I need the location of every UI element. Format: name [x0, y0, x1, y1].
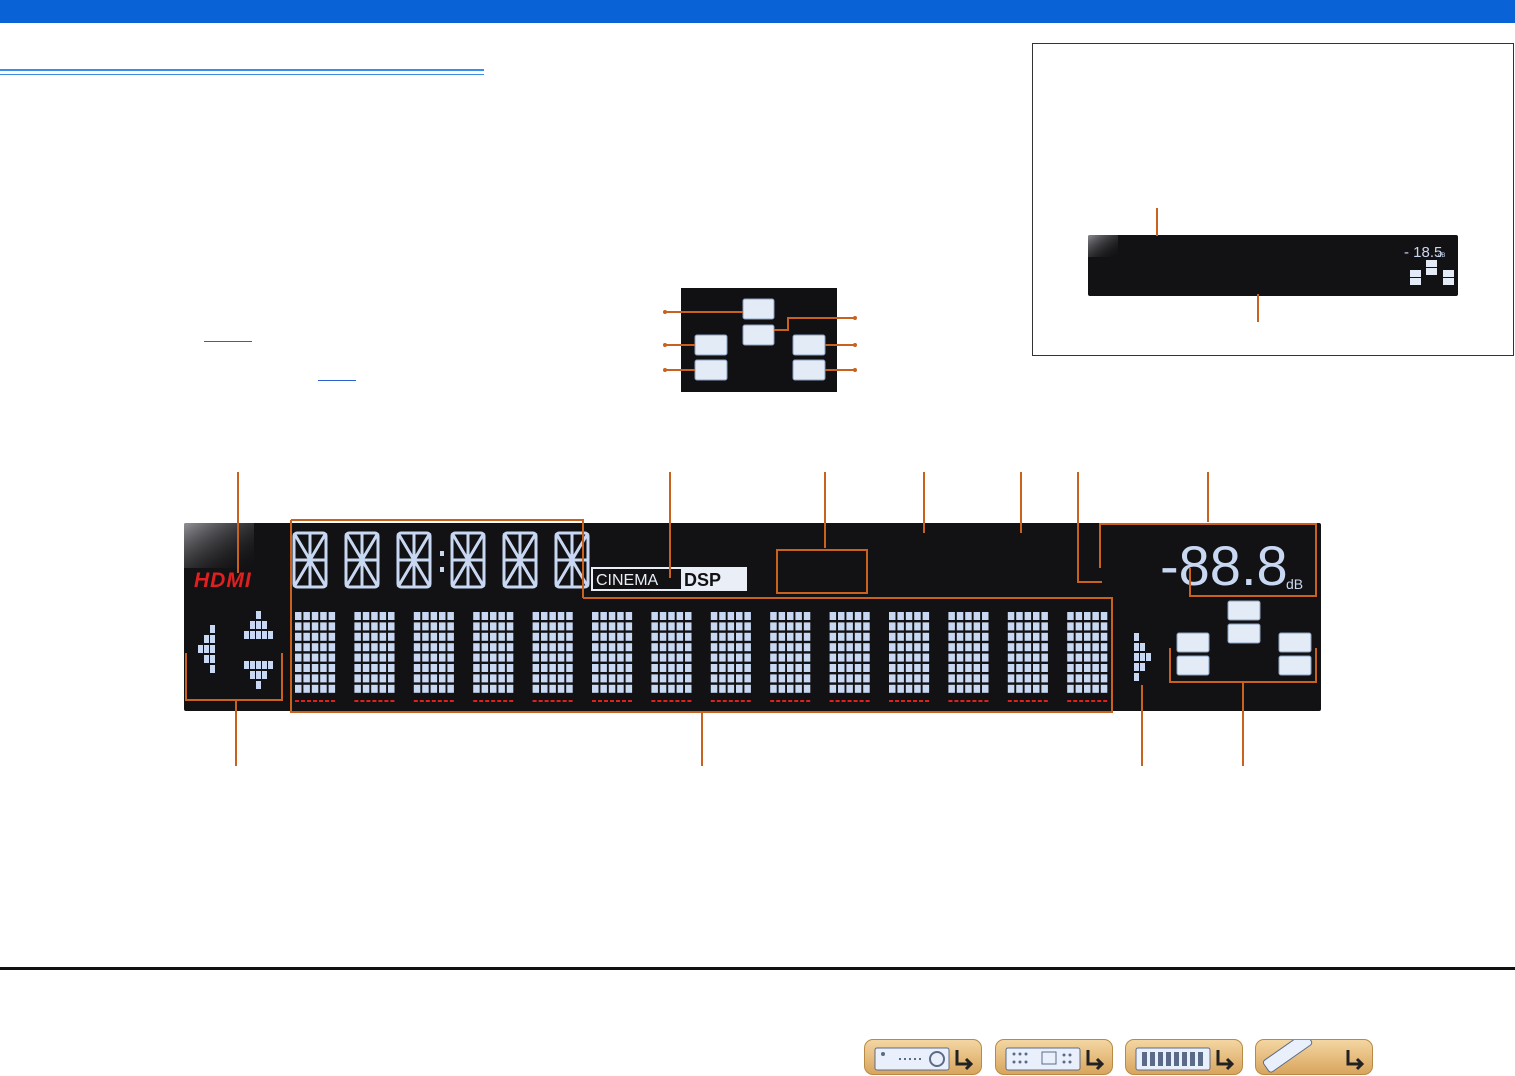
info-bracket-main	[290, 520, 1113, 713]
decoder-indicator-box	[776, 549, 868, 594]
mini-speaker-fl	[1410, 270, 1421, 277]
mini-volume-unit: dB	[1438, 253, 1445, 259]
mini-speaker-sub	[1426, 268, 1437, 275]
mini-speaker-center	[1426, 260, 1437, 267]
callout-mute	[1077, 472, 1102, 583]
speaker-surround-right-box	[792, 359, 826, 381]
cursor-bracket	[185, 653, 283, 701]
speaker-subwoofer-box	[742, 324, 775, 346]
speaker-bracket	[1169, 648, 1317, 683]
mini-volume-readout: - 18.5	[1404, 244, 1442, 261]
nav-front-panel-button[interactable]	[864, 1039, 982, 1075]
nav-rear-panel-button[interactable]	[995, 1039, 1113, 1075]
front-panel-icon	[874, 1047, 950, 1071]
info-bracket-top-a	[291, 519, 584, 598]
main-display-callouts	[185, 472, 1317, 766]
callout-subwoofer	[774, 317, 855, 331]
mini-speaker-fr	[1443, 270, 1454, 277]
nav-front-display-button[interactable]	[1125, 1039, 1243, 1075]
mini-speaker-sr	[1443, 278, 1454, 285]
speaker-center-box	[742, 298, 775, 320]
front-display-icon	[1135, 1047, 1211, 1071]
rear-panel-icon	[1005, 1047, 1081, 1071]
nav-remote-control-button[interactable]	[1255, 1039, 1373, 1075]
speaker-front-left-box	[694, 334, 728, 356]
page-link-1[interactable]	[204, 341, 252, 342]
speaker-front-right-box	[792, 334, 826, 356]
remote-control-icon	[1262, 1040, 1313, 1073]
speaker-diagram-overlay	[663, 298, 857, 381]
footer-rule	[0, 967, 1515, 970]
page-link-2[interactable]	[318, 380, 356, 381]
header-bar	[0, 0, 1515, 23]
inset-callouts	[1156, 208, 1259, 322]
section-title-underline	[0, 69, 484, 71]
volume-bracket	[1099, 523, 1317, 597]
mini-speaker-sl	[1410, 278, 1421, 285]
speaker-surround-left-box	[694, 359, 728, 381]
section-title-underline-thin	[0, 74, 484, 75]
